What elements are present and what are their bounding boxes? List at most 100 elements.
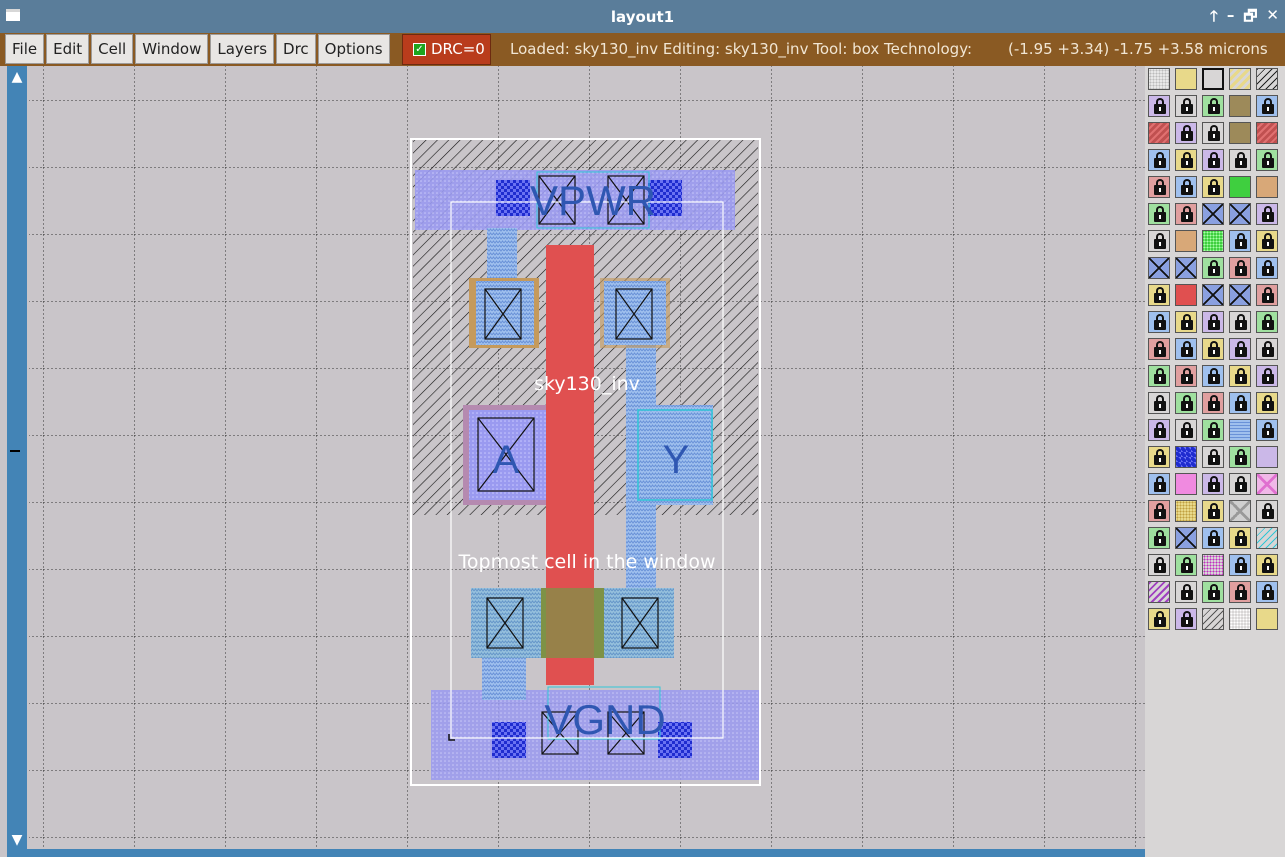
layer-swatch-greyhatch[interactable] [1202, 608, 1224, 630]
layer-swatch-locked[interactable] [1175, 176, 1197, 198]
layer-swatch-locked[interactable] [1256, 230, 1278, 252]
menu-file[interactable]: File [5, 34, 45, 64]
layer-swatch-locked[interactable] [1148, 419, 1170, 441]
layer-swatch-locked[interactable] [1202, 338, 1224, 360]
menu-cell[interactable]: Cell [91, 34, 134, 64]
window-titlebar[interactable]: layout1 🡑 – 🗗 ✕ [0, 0, 1285, 33]
layer-swatch-redhatch[interactable] [1148, 122, 1170, 144]
layer-swatch-locked[interactable] [1229, 554, 1251, 576]
layer-swatch-locked[interactable] [1148, 500, 1170, 522]
shade-icon[interactable]: 🡑 [1210, 6, 1218, 31]
layer-swatch-lavender[interactable] [1256, 446, 1278, 468]
menu-edit[interactable]: Edit [46, 34, 90, 64]
layer-swatch-bluecheck[interactable] [1175, 446, 1197, 468]
layer-swatch-outline[interactable] [1202, 68, 1224, 90]
layer-swatch-locked[interactable] [1175, 338, 1197, 360]
layer-swatch-locked[interactable] [1148, 608, 1170, 630]
menu-window[interactable]: Window [135, 34, 209, 64]
layer-swatch-locked[interactable] [1256, 149, 1278, 171]
layer-swatch-locked[interactable] [1256, 257, 1278, 279]
layer-swatch-locked[interactable] [1229, 473, 1251, 495]
layer-swatch-brown[interactable] [1229, 122, 1251, 144]
layer-swatch-redhatch[interactable] [1256, 122, 1278, 144]
minimize-icon[interactable]: – [1227, 6, 1235, 31]
layer-swatch-brown[interactable] [1229, 95, 1251, 117]
menu-options[interactable]: Options [317, 34, 390, 64]
layer-swatch-locked[interactable] [1175, 311, 1197, 333]
layer-swatch-locked[interactable] [1202, 527, 1224, 549]
layer-swatch-xbox[interactable] [1202, 203, 1224, 225]
layer-swatch-yellowhatch[interactable] [1229, 68, 1251, 90]
layer-swatch-locked[interactable] [1202, 473, 1224, 495]
layer-swatch-locked[interactable] [1202, 365, 1224, 387]
layer-swatch-locked[interactable] [1148, 95, 1170, 117]
layer-swatch-locked[interactable] [1148, 176, 1170, 198]
layer-swatch-locked[interactable] [1175, 95, 1197, 117]
layer-swatch-locked[interactable] [1175, 554, 1197, 576]
layer-swatch-locked[interactable] [1256, 311, 1278, 333]
layer-swatch-locked[interactable] [1175, 581, 1197, 603]
layer-swatch-greyx[interactable] [1229, 500, 1251, 522]
layer-swatch-locked[interactable] [1202, 257, 1224, 279]
layer-swatch-locked[interactable] [1256, 392, 1278, 414]
layer-swatch-yellow[interactable] [1175, 68, 1197, 90]
layer-swatch-locked[interactable] [1148, 527, 1170, 549]
layer-swatch-locked[interactable] [1256, 554, 1278, 576]
scroll-down-icon[interactable]: ▼ [7, 829, 27, 851]
layer-swatch-locked[interactable] [1202, 419, 1224, 441]
layer-swatch-locked[interactable] [1229, 257, 1251, 279]
layer-swatch-locked[interactable] [1202, 122, 1224, 144]
layer-swatch-xbox[interactable] [1175, 257, 1197, 279]
layer-swatch-xbox[interactable] [1148, 257, 1170, 279]
layer-swatch-locked[interactable] [1175, 365, 1197, 387]
layer-swatch-locked[interactable] [1256, 419, 1278, 441]
layer-swatch-locked[interactable] [1202, 500, 1224, 522]
layer-swatch-locked[interactable] [1229, 365, 1251, 387]
layer-swatch-locked[interactable] [1148, 284, 1170, 306]
layer-swatch-tan[interactable] [1256, 176, 1278, 198]
layout-canvas[interactable]: VPWR VGND A Y sky130_inv Topmost cell in… [29, 66, 1145, 849]
layer-swatch-locked[interactable] [1229, 581, 1251, 603]
layer-swatch-locked[interactable] [1256, 581, 1278, 603]
layer-swatch-locked[interactable] [1229, 149, 1251, 171]
layer-swatch-locked[interactable] [1148, 338, 1170, 360]
layer-swatch-locked[interactable] [1202, 581, 1224, 603]
horizontal-scrollbar[interactable] [7, 849, 1145, 857]
menu-layers[interactable]: Layers [210, 34, 275, 64]
layer-swatch-locked[interactable] [1229, 446, 1251, 468]
layer-swatch-locked[interactable] [1229, 338, 1251, 360]
layer-swatch-cyanhatch[interactable] [1256, 527, 1278, 549]
layer-swatch-locked[interactable] [1256, 95, 1278, 117]
layer-swatch-locked[interactable] [1148, 392, 1170, 414]
layer-swatch-diag[interactable] [1256, 68, 1278, 90]
layer-swatch-locked[interactable] [1148, 473, 1170, 495]
layer-swatch-locked[interactable] [1148, 203, 1170, 225]
layer-swatch-xbox[interactable] [1229, 203, 1251, 225]
layer-swatch-locked[interactable] [1202, 176, 1224, 198]
layer-swatch-locked[interactable] [1148, 554, 1170, 576]
layer-swatch-locked[interactable] [1175, 203, 1197, 225]
layer-swatch-yellowdots[interactable] [1175, 500, 1197, 522]
layer-swatch-xbox[interactable] [1202, 284, 1224, 306]
layer-swatch-pinkx[interactable] [1256, 473, 1278, 495]
layer-swatch-bluewave[interactable] [1229, 419, 1251, 441]
vertical-scrollbar[interactable]: ▲ ▼ [7, 66, 27, 851]
drc-checkbox-icon[interactable]: ✓ [413, 43, 426, 56]
layer-swatch-locked[interactable] [1148, 311, 1170, 333]
layer-swatch-locked[interactable] [1202, 311, 1224, 333]
close-icon[interactable]: ✕ [1266, 6, 1279, 31]
layer-swatch-locked[interactable] [1148, 149, 1170, 171]
layer-swatch-locked[interactable] [1256, 500, 1278, 522]
layer-swatch-red[interactable] [1175, 284, 1197, 306]
layer-swatch-locked[interactable] [1256, 203, 1278, 225]
layer-swatch-whitedots[interactable] [1229, 608, 1251, 630]
drc-toggle[interactable]: ✓ DRC=0 [402, 34, 491, 65]
layer-swatch-green[interactable] [1229, 176, 1251, 198]
restore-icon[interactable]: 🗗 [1243, 6, 1257, 31]
layer-swatch-locked[interactable] [1202, 392, 1224, 414]
layer-swatch-pink[interactable] [1175, 473, 1197, 495]
layer-swatch-greendots[interactable] [1202, 230, 1224, 252]
layer-swatch-xbox[interactable] [1229, 284, 1251, 306]
layer-swatch-locked[interactable] [1229, 527, 1251, 549]
layer-swatch-locked[interactable] [1229, 230, 1251, 252]
